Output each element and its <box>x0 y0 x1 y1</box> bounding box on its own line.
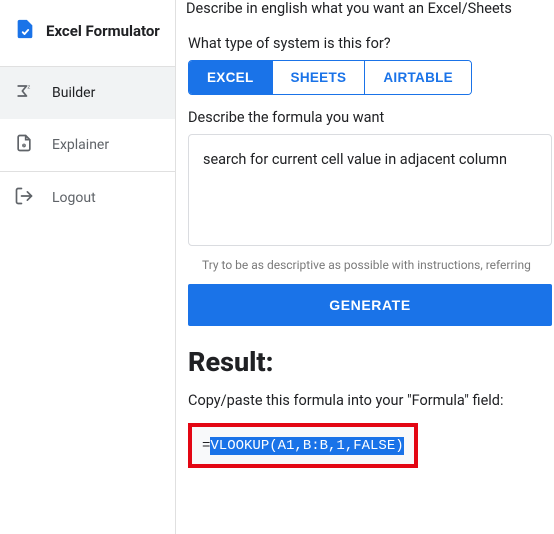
result-instruction: Copy/paste this formula into your "Formu… <box>188 392 552 409</box>
sidebar-item-explainer[interactable]: ? Explainer <box>0 119 175 171</box>
formula-text: =VLOOKUP(A1,B:B,1,FALSE) <box>202 437 404 455</box>
system-section: What type of system is this for? EXCEL S… <box>186 31 554 480</box>
system-segmented-control: EXCEL SHEETS AIRTABLE <box>188 60 472 95</box>
formula-body: VLOOKUP(A1,B:B,1,FALSE) <box>210 437 403 455</box>
describe-label: Describe the formula you want <box>188 109 552 126</box>
svg-text:z: z <box>27 85 30 91</box>
top-helper-text: Describe in english what you want an Exc… <box>186 0 554 31</box>
formula-result-box[interactable]: =VLOOKUP(A1,B:B,1,FALSE) <box>188 423 418 468</box>
logout-icon <box>14 186 34 210</box>
brand-title: Excel Formulator <box>46 22 160 40</box>
sidebar-item-logout[interactable]: Logout <box>0 172 175 224</box>
document-icon: ? <box>14 133 34 157</box>
sidebar-item-builder[interactable]: z Builder <box>0 67 175 119</box>
system-option-airtable[interactable]: AIRTABLE <box>364 61 471 94</box>
sidebar-item-label: Builder <box>52 85 95 101</box>
description-hint: Try to be as descriptive as possible wit… <box>188 250 552 284</box>
system-option-excel[interactable]: EXCEL <box>189 61 272 94</box>
system-option-sheets[interactable]: SHEETS <box>272 61 365 94</box>
system-label: What type of system is this for? <box>188 35 552 52</box>
formula-icon: z <box>14 81 34 105</box>
generate-button[interactable]: GENERATE <box>188 284 552 326</box>
main-content: Describe in english what you want an Exc… <box>176 0 554 534</box>
brand: Excel Formulator <box>0 0 175 66</box>
result-heading: Result: <box>188 346 552 378</box>
sidebar: Excel Formulator z Builder ? Explainer <box>0 0 176 534</box>
sidebar-item-label: Logout <box>52 190 96 206</box>
sidebar-item-label: Explainer <box>52 137 109 153</box>
formula-description-input[interactable] <box>188 134 552 246</box>
brand-icon <box>14 18 36 44</box>
